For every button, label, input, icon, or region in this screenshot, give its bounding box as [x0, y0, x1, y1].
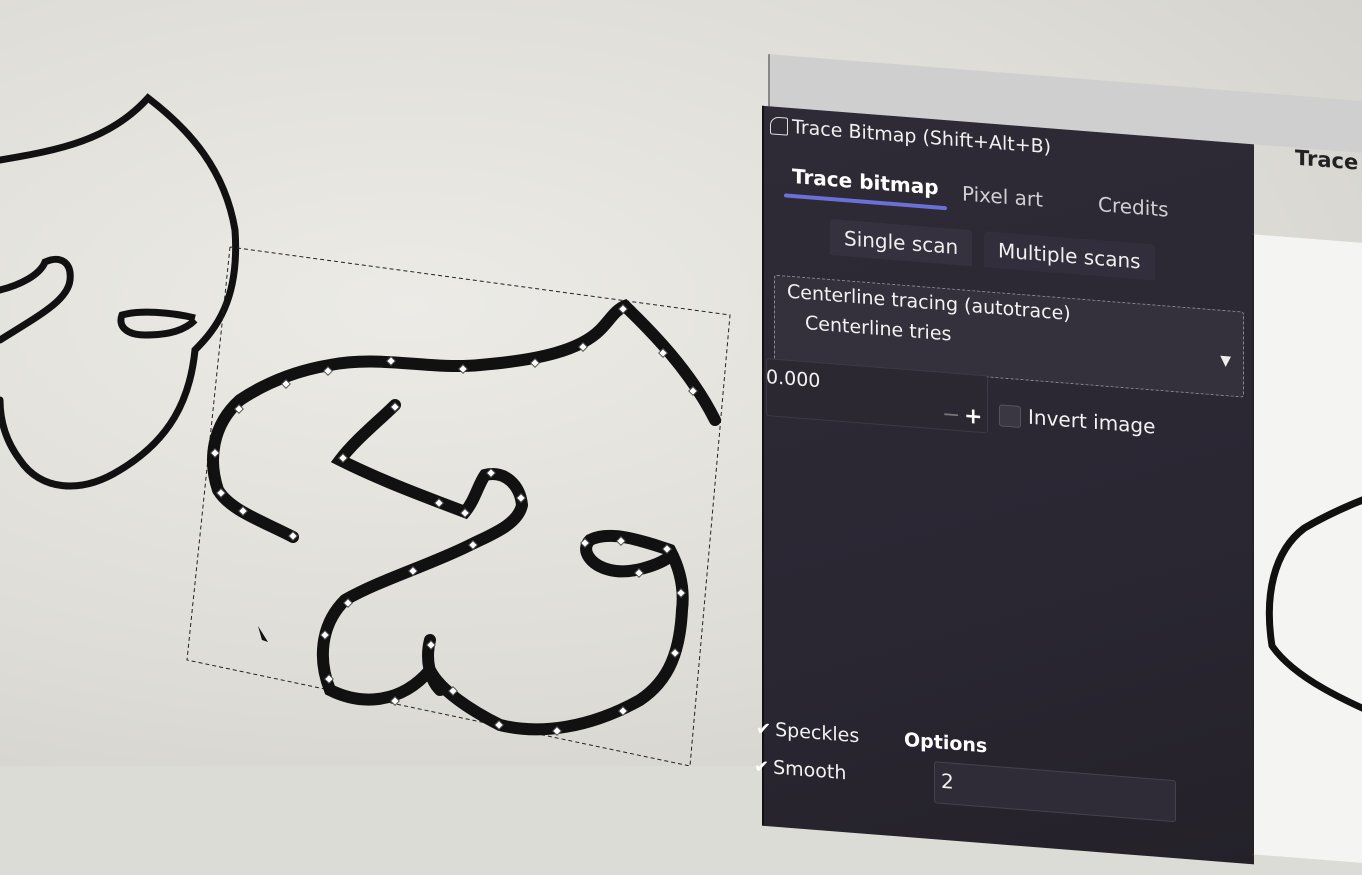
centerline-tries-label: Centerline tries [805, 312, 952, 346]
tab-pixel-art[interactable]: Pixel art [954, 177, 1051, 217]
speckles-checkbox[interactable]: ✔ Speckles [756, 717, 860, 748]
tab-credits[interactable]: Credits [1090, 187, 1177, 226]
trace-preview [1252, 234, 1362, 866]
preview-artwork [1265, 482, 1362, 730]
tab-trace-bitmap[interactable]: Trace bitmap [784, 159, 947, 204]
traced-path[interactable] [207, 298, 721, 543]
source-bitmap-inner-stroke [0, 255, 74, 344]
tries-value[interactable]: 0.000 [766, 366, 820, 392]
dock-title: Trace [1295, 145, 1359, 175]
source-bitmap-loop-stroke [117, 308, 198, 339]
invert-image-checkbox[interactable] [999, 404, 1021, 429]
trace-bitmap-icon [770, 116, 788, 136]
subtab-multiple-scans[interactable]: Multiple scans [984, 231, 1155, 281]
minus-icon[interactable]: − [942, 402, 960, 428]
trace-bitmap-panel: Trace Bitmap (Shift+Alt+B) Trace bitmap … [754, 105, 1254, 865]
traced-path-inner[interactable] [316, 399, 689, 736]
mouse-cursor-icon [258, 626, 268, 642]
plus-icon[interactable]: + [964, 404, 982, 430]
speckles-label: Speckles [775, 718, 860, 748]
checkmark-icon: ✔ [754, 755, 770, 778]
speckles-size-field[interactable]: 2 [934, 761, 1176, 823]
checkmark-icon: ✔ [756, 717, 772, 740]
options-heading: Options [904, 728, 988, 758]
smooth-label: Smooth [773, 756, 847, 785]
chevron-down-icon[interactable]: ▼ [1220, 353, 1231, 370]
speckles-size-value: 2 [941, 768, 954, 794]
smooth-checkbox[interactable]: ✔ Smooth [754, 755, 847, 785]
source-bitmap-stroke [0, 93, 240, 490]
trace-bitmap-dialog: Trace Trace Bitmap (Shift+Alt+B) Trace b… [690, 48, 1362, 866]
subtab-single-scan[interactable]: Single scan [830, 219, 973, 267]
invert-image-label: Invert image [1028, 404, 1156, 439]
